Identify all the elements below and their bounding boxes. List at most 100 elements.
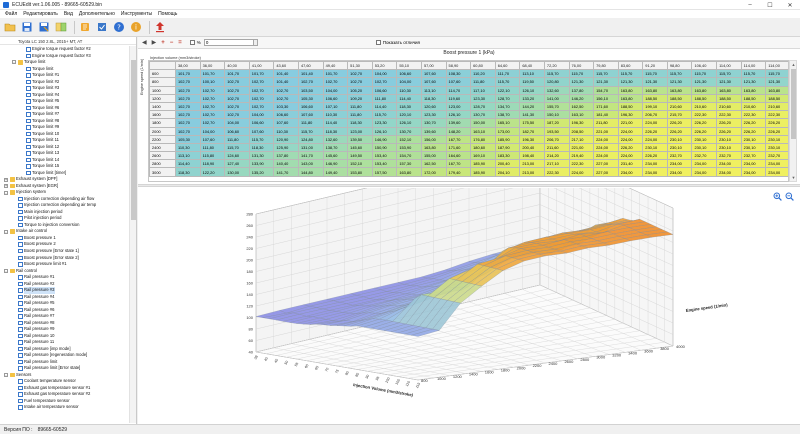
- map-cell[interactable]: 106,60: [248, 118, 275, 128]
- map-cell[interactable]: 102,70: [297, 77, 324, 87]
- map-cell[interactable]: 206,70: [642, 110, 668, 120]
- map-cell[interactable]: 224,00: [593, 134, 619, 144]
- map-cell[interactable]: 182,70: [519, 126, 545, 136]
- map-cell[interactable]: 101,40: [273, 77, 299, 87]
- map-cell[interactable]: 163,80: [617, 85, 644, 95]
- map-cell[interactable]: 162,50: [568, 101, 595, 112]
- map-cell[interactable]: 188,50: [666, 93, 693, 103]
- menu-view[interactable]: Вид: [61, 11, 76, 17]
- map-cell[interactable]: 234,00: [617, 167, 644, 177]
- map-cell[interactable]: 130,00: [224, 167, 250, 177]
- map-cell[interactable]: 130,70: [396, 126, 422, 136]
- map-cell[interactable]: 106,60: [224, 126, 250, 136]
- map-cell[interactable]: 110,30: [396, 85, 422, 95]
- map-cell[interactable]: 119,50: [519, 77, 545, 87]
- map-cell[interactable]: 230,10: [740, 142, 767, 153]
- close-button[interactable]: ✕: [780, 0, 800, 10]
- map-cell[interactable]: 152,10: [347, 159, 373, 169]
- map-cell[interactable]: 226,20: [716, 118, 742, 128]
- map-cell[interactable]: 107,60: [297, 110, 324, 120]
- decrease-value-button[interactable]: −: [170, 39, 174, 47]
- map-cell[interactable]: 141,70: [273, 167, 299, 177]
- map-cell[interactable]: 118,30: [396, 101, 422, 112]
- map-cell[interactable]: 224,00: [593, 142, 619, 153]
- map-cell[interactable]: 126,10: [396, 118, 422, 128]
- map-cell[interactable]: 144,20: [519, 101, 545, 112]
- open-folder-icon[interactable]: [3, 20, 17, 34]
- map-cell[interactable]: 232,70: [691, 151, 718, 161]
- map-cell[interactable]: 196,30: [519, 134, 545, 144]
- map-cell[interactable]: 227,00: [593, 159, 619, 169]
- map-cell[interactable]: 107,60: [420, 77, 447, 87]
- tree-scrollbar[interactable]: [129, 46, 136, 423]
- map-cell[interactable]: 181,40: [593, 110, 619, 120]
- map-cell[interactable]: 234,00: [691, 159, 718, 169]
- menu-help[interactable]: Помощь: [155, 11, 180, 17]
- map-cell[interactable]: 103,30: [273, 101, 299, 112]
- map-cell[interactable]: 188,50: [765, 93, 788, 103]
- map-cell[interactable]: 100,10: [199, 77, 226, 87]
- map-cell[interactable]: 232,70: [666, 151, 693, 161]
- map-cell[interactable]: 141,30: [519, 110, 545, 120]
- map-cell[interactable]: 230,10: [691, 134, 718, 144]
- map-cell[interactable]: 102,70: [322, 77, 349, 87]
- map-cell[interactable]: 230,10: [666, 134, 693, 144]
- map-cell[interactable]: 135,20: [248, 167, 275, 177]
- splitter[interactable]: [138, 184, 800, 187]
- map-cell[interactable]: 154,70: [396, 151, 422, 161]
- map-cell[interactable]: 111,80: [347, 110, 373, 120]
- map-cell[interactable]: 105,30: [175, 134, 201, 144]
- map-cell[interactable]: 234,00: [666, 159, 693, 169]
- map-cell[interactable]: 199,10: [642, 101, 668, 112]
- map-cell[interactable]: 101,70: [224, 69, 250, 79]
- map-cell[interactable]: 102,70: [273, 85, 299, 95]
- map-cell[interactable]: 230,10: [740, 134, 767, 144]
- map-cell[interactable]: 102,70: [248, 101, 275, 112]
- map-cell[interactable]: 128,70: [494, 93, 521, 103]
- map-cell[interactable]: 102,70: [199, 118, 226, 128]
- map-cell[interactable]: 154,70: [593, 85, 619, 95]
- map-cell[interactable]: 141,00: [543, 93, 570, 103]
- upload-icon[interactable]: [153, 20, 167, 34]
- map-cell[interactable]: 226,20: [617, 142, 644, 153]
- map-cell[interactable]: 145,60: [322, 151, 349, 161]
- map-cell[interactable]: 198,40: [519, 151, 545, 161]
- map-cell[interactable]: 111,80: [199, 142, 226, 153]
- map-cell[interactable]: 221,00: [568, 142, 595, 153]
- map-cell[interactable]: 115,70: [617, 69, 644, 79]
- map-cell[interactable]: 157,50: [371, 167, 398, 177]
- map-cell[interactable]: 164,60: [445, 151, 472, 161]
- map-cell[interactable]: 215,70: [666, 110, 693, 120]
- map-cell[interactable]: 111,80: [347, 101, 373, 112]
- map-cell[interactable]: 120,90: [273, 134, 299, 144]
- map-cell[interactable]: 102,70: [224, 77, 250, 87]
- map-cell[interactable]: 221,00: [593, 126, 619, 136]
- map-cell[interactable]: 102,70: [199, 101, 226, 112]
- map-cell[interactable]: 165,10: [494, 118, 521, 128]
- map-cell[interactable]: 155,70: [543, 101, 570, 112]
- forward-arrow-icon[interactable]: ▶: [152, 39, 157, 47]
- map-cell[interactable]: 234,00: [716, 159, 742, 169]
- map-cell[interactable]: 210,60: [740, 101, 767, 112]
- map-cell[interactable]: 139,50: [347, 134, 373, 144]
- map-cell[interactable]: 114,40: [371, 101, 398, 112]
- map-cell[interactable]: 111,80: [224, 134, 250, 144]
- map-cell[interactable]: 107,60: [445, 77, 472, 87]
- map-cell[interactable]: 126,10: [371, 126, 398, 136]
- map-cell[interactable]: 162,50: [420, 159, 447, 169]
- map-cell[interactable]: 118,90: [199, 159, 226, 169]
- map-cell[interactable]: 173,00: [494, 126, 521, 136]
- map-cell[interactable]: 150,10: [543, 110, 570, 120]
- map-cell[interactable]: 130,70: [420, 118, 447, 128]
- map-cell[interactable]: 121,30: [593, 77, 619, 87]
- map-cell[interactable]: 188,50: [617, 101, 644, 112]
- map-cell[interactable]: 146,90: [322, 159, 349, 169]
- map-cell[interactable]: 104,00: [396, 77, 422, 87]
- map-cell[interactable]: 130,70: [470, 110, 496, 120]
- map-cell[interactable]: 114,40: [322, 118, 349, 128]
- map-cell[interactable]: 226,20: [765, 118, 788, 128]
- map-cell[interactable]: 115,70: [371, 110, 398, 120]
- map-cell[interactable]: 175,50: [519, 118, 545, 128]
- map-cell[interactable]: 211,60: [543, 142, 570, 153]
- map-cell[interactable]: 121,30: [568, 77, 595, 87]
